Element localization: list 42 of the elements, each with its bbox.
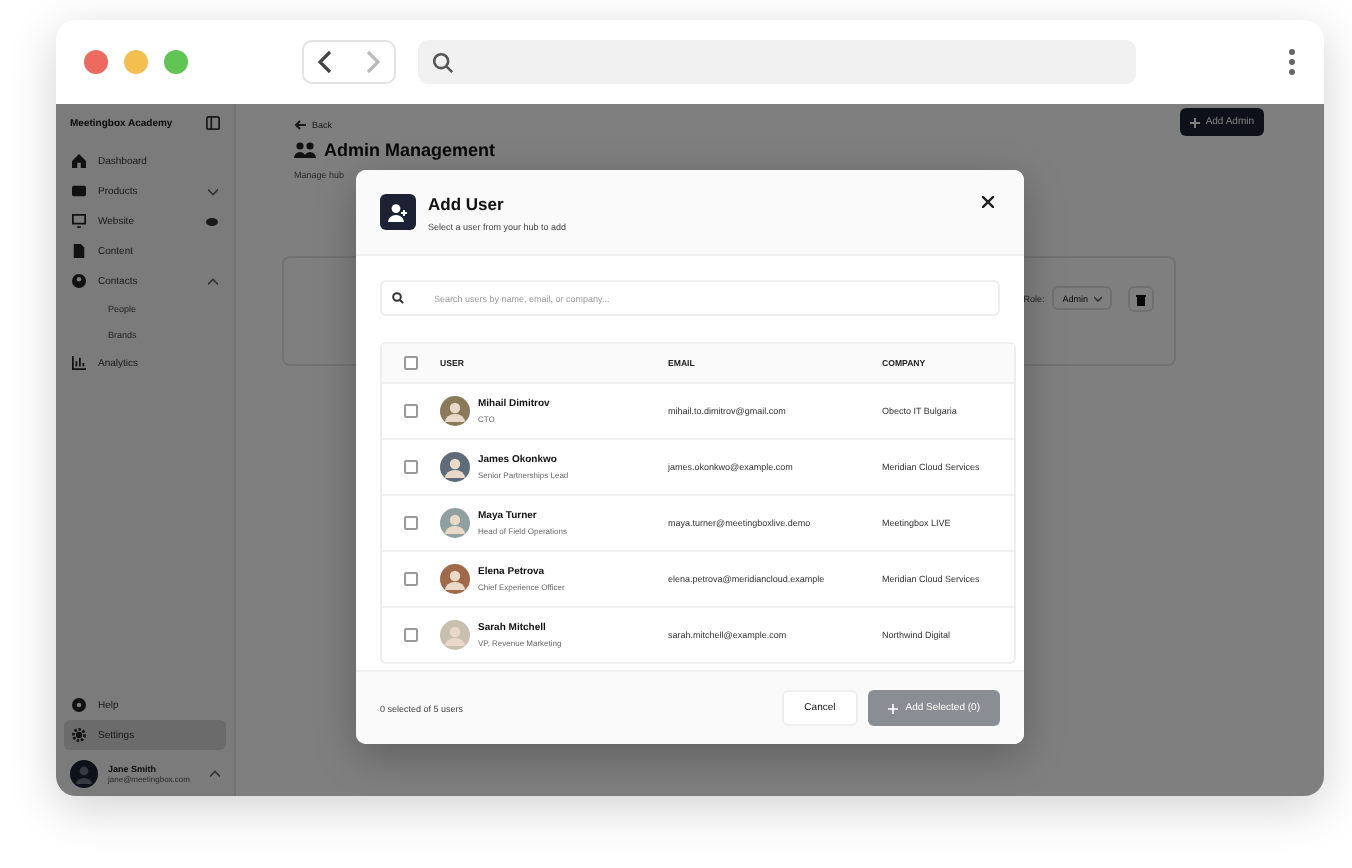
add-person-icon bbox=[380, 194, 416, 230]
trash-icon bbox=[1136, 293, 1146, 305]
avatar bbox=[440, 452, 470, 482]
close-window-icon[interactable] bbox=[84, 50, 108, 74]
plus-icon bbox=[1189, 117, 1200, 127]
people-icon bbox=[294, 141, 316, 159]
document-icon bbox=[72, 244, 86, 258]
select-all-checkbox[interactable] bbox=[404, 356, 418, 370]
maximize-window-icon[interactable] bbox=[164, 50, 188, 74]
chevron-icon bbox=[1094, 295, 1102, 301]
help-icon bbox=[72, 698, 86, 712]
avatar bbox=[440, 564, 470, 594]
home-icon bbox=[72, 154, 86, 168]
page-title: Admin Management bbox=[324, 140, 496, 160]
avatar bbox=[70, 760, 98, 788]
avatar bbox=[440, 508, 470, 538]
row-checkbox[interactable] bbox=[404, 460, 418, 474]
forward-icon[interactable] bbox=[361, 50, 382, 74]
dialog-title: Add User bbox=[428, 193, 506, 213]
chevron-icon[interactable] bbox=[210, 770, 220, 778]
row-checkbox[interactable] bbox=[404, 628, 418, 642]
eye-icon[interactable] bbox=[206, 217, 218, 225]
back-icon[interactable] bbox=[316, 50, 337, 74]
sidebar-toggle-icon[interactable] bbox=[206, 116, 220, 130]
minimize-window-icon[interactable] bbox=[124, 50, 148, 74]
row-checkbox[interactable] bbox=[404, 404, 418, 418]
more-icon[interactable] bbox=[1288, 48, 1296, 76]
row-checkbox[interactable] bbox=[404, 516, 418, 530]
box-icon bbox=[72, 184, 86, 198]
monitor-icon bbox=[72, 214, 86, 228]
settings-icon bbox=[72, 728, 86, 742]
close-icon[interactable] bbox=[982, 196, 994, 208]
plus-icon bbox=[887, 703, 898, 713]
delete-button[interactable] bbox=[1128, 286, 1154, 312]
search-icon bbox=[432, 51, 454, 73]
search-icon bbox=[392, 292, 404, 304]
avatar bbox=[440, 620, 470, 650]
chart-icon bbox=[72, 356, 86, 370]
avatar bbox=[440, 396, 470, 426]
person-icon bbox=[72, 274, 86, 288]
arrow-left-icon bbox=[294, 120, 306, 130]
row-checkbox[interactable] bbox=[404, 572, 418, 586]
